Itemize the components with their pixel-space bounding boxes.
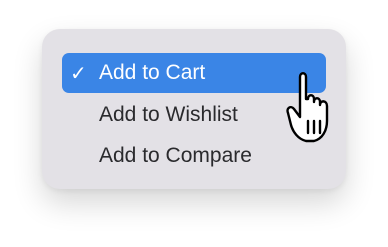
checkmark-icon: ✓ [70,62,87,85]
menu-item-label: Add to Cart [99,61,206,84]
pointing-hand-cursor-icon [286,72,329,143]
menu-item-label: Add to Compare [99,144,252,167]
stage: ✓ Add to Cart Add to Wishlist Add to Com… [0,0,388,247]
menu-item-label: Add to Wishlist [99,103,238,126]
